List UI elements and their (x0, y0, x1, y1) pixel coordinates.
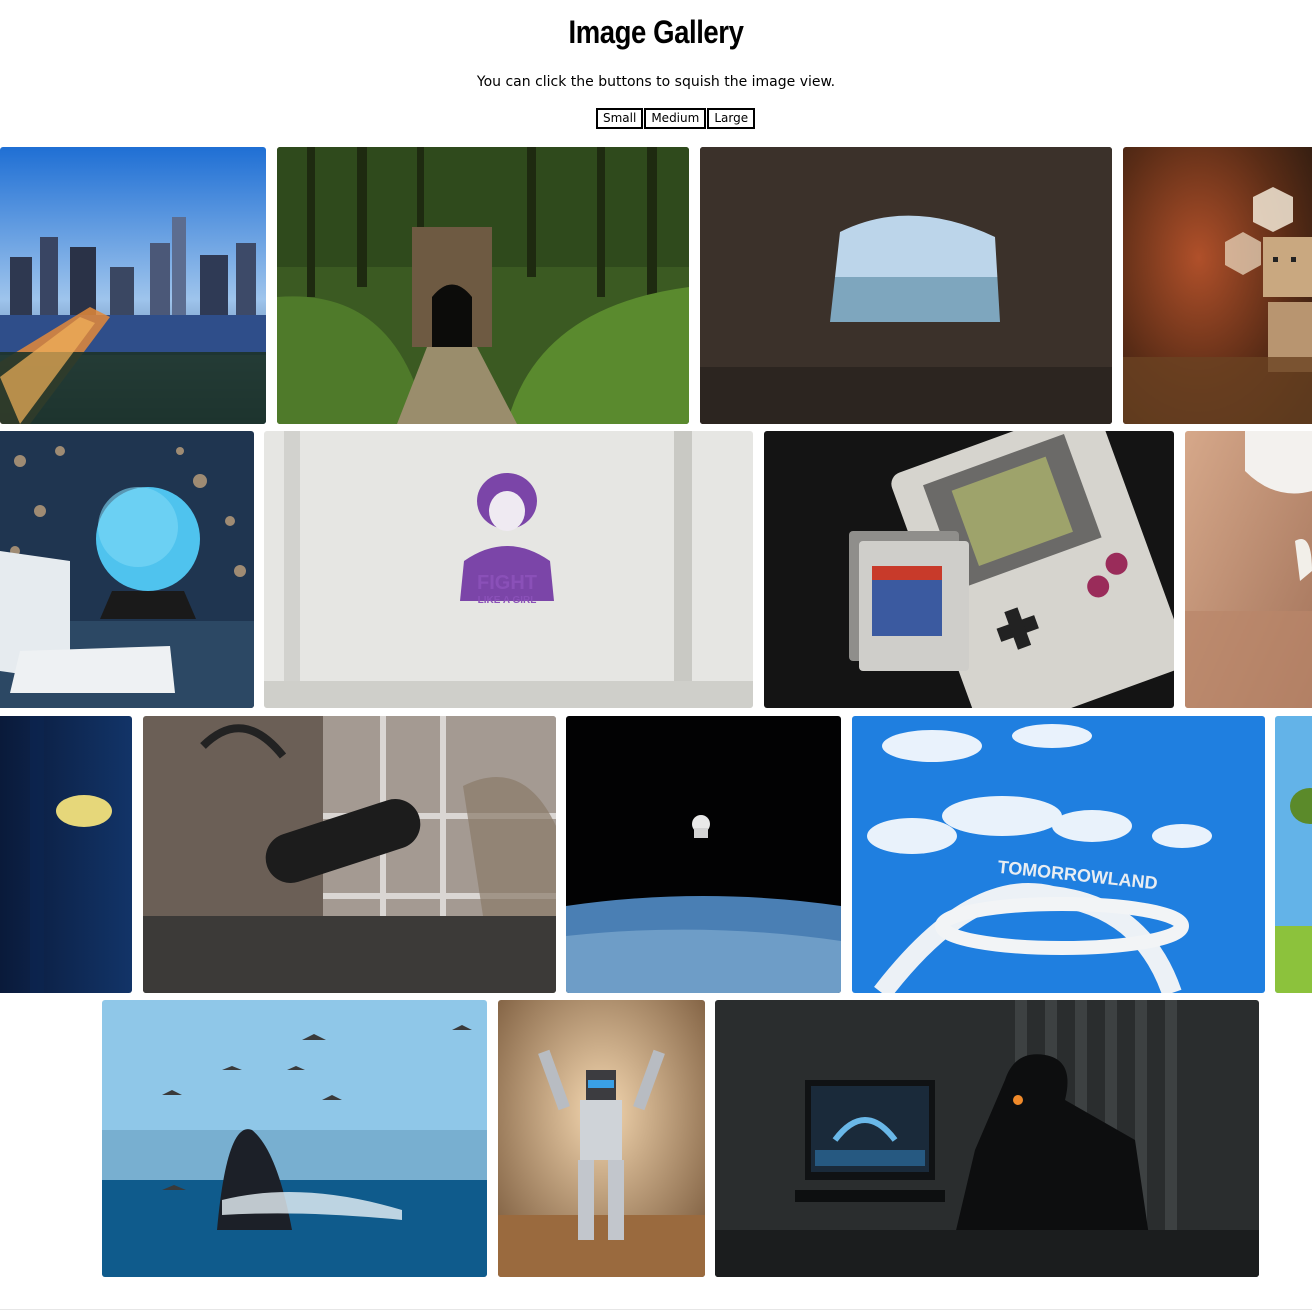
gallery-image-green-tree[interactable] (1275, 716, 1312, 993)
gallery-image-sea-cave[interactable] (700, 147, 1112, 424)
gallery-image-video-editor[interactable] (715, 1000, 1259, 1277)
gallery-image-astronaut[interactable] (566, 716, 841, 993)
gallery-image-cardboard-robot[interactable] (1123, 147, 1312, 424)
gallery-image-robot[interactable] (498, 1000, 705, 1277)
gallery-image-shoe[interactable] (1185, 431, 1312, 708)
svg-text:LIKE A GIRL: LIKE A GIRL (478, 595, 537, 606)
gallery-image-podcast-mic[interactable] (143, 716, 556, 993)
size-controls: Small Medium Large (596, 108, 756, 129)
gallery-image-wall-stencil[interactable]: FIGHT LIKE A GIRL (264, 431, 753, 708)
large-button[interactable]: Large (707, 108, 756, 129)
page-title: Image Gallery (568, 14, 744, 50)
stencil-text: FIGHT (477, 572, 537, 594)
small-button[interactable]: Small (596, 108, 644, 129)
footer-divider (0, 1309, 1312, 1310)
gallery-image-city-skyline[interactable] (0, 147, 266, 424)
gallery-image-whale[interactable] (102, 1000, 487, 1277)
page-subtitle: You can click the buttons to squish the … (476, 74, 836, 90)
gallery-image-tomorrowland[interactable]: TOMORROWLAND (852, 716, 1265, 993)
gallery-image-game-boy[interactable] (764, 431, 1174, 708)
gallery-image-moon-lamp[interactable] (0, 431, 254, 708)
medium-button[interactable]: Medium (644, 108, 707, 129)
gallery-image-forest-tunnel[interactable] (277, 147, 689, 424)
gallery-image-blue-bokeh[interactable] (0, 716, 132, 993)
